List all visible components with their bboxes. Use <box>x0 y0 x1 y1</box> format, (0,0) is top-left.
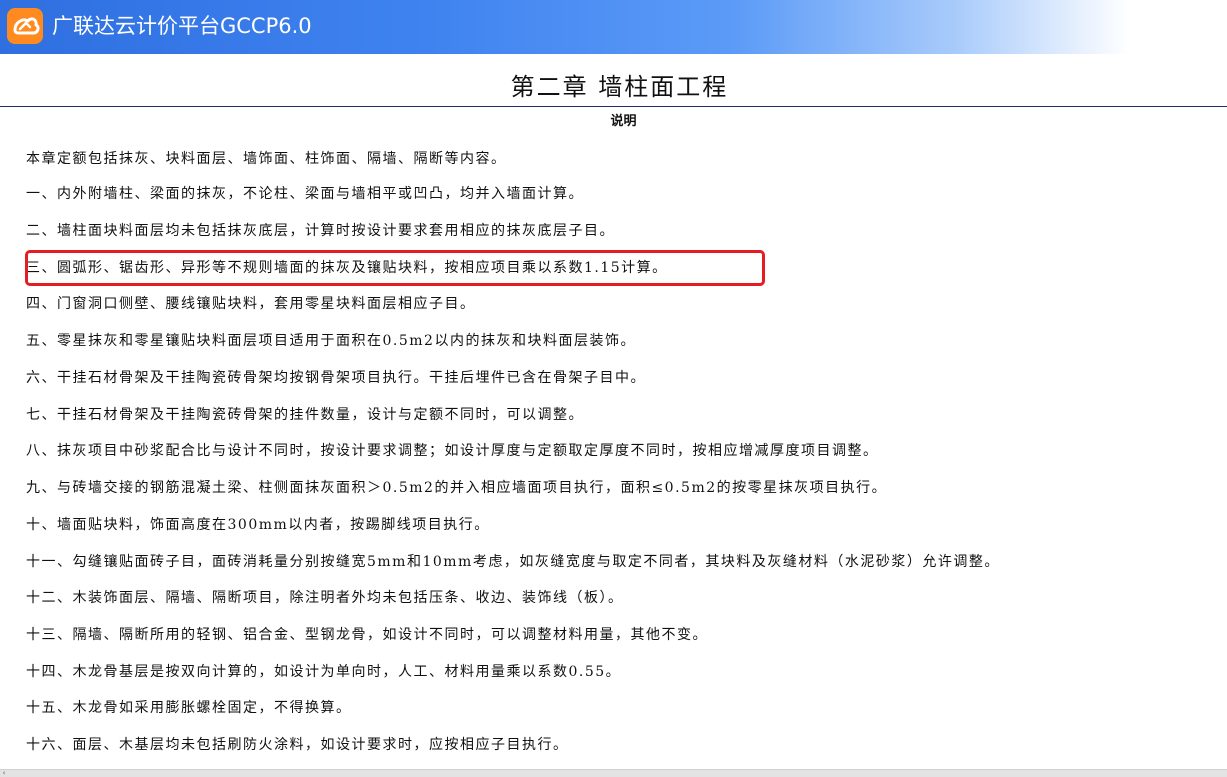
scroll-left-arrow-icon[interactable]: ‹ <box>0 770 8 777</box>
glodon-logo-icon <box>7 8 43 44</box>
paragraph-item-6: 六、干挂石材骨架及干挂陶瓷砖骨架均按钢骨架项目执行。干挂后埋件已含在骨架子目中。 <box>26 370 646 386</box>
paragraph-item-1: 一、内外附墙柱、梁面的抹灰，不论柱、梁面与墙相平或凹凸，均并入墙面计算。 <box>26 186 584 202</box>
paragraph-item-11: 十一、勾缝镶贴面砖子目，面砖消耗量分别按缝宽5mm和10mm考虑，如灰缝宽度与取… <box>26 554 1000 570</box>
paragraph-item-12: 十二、木装饰面层、隔墙、隔断项目，除注明者外均未包括压条、收边、装饰线（板）。 <box>26 590 624 606</box>
paragraph-item-10: 十、墙面贴块料，饰面高度在300mm以内者，按踢脚线项目执行。 <box>26 517 490 533</box>
red-highlight-box <box>25 250 765 286</box>
horizontal-scrollbar[interactable]: ‹ <box>0 769 1227 777</box>
section-subtitle: 说明 <box>610 114 637 129</box>
app-title: 广联达云计价平台GCCP6.0 <box>52 14 312 38</box>
paragraph-item-4: 四、门窗洞口侧壁、腰线镶贴块料，套用零星块料面层相应子目。 <box>26 296 476 312</box>
paragraph-item-7: 七、干挂石材骨架及干挂陶瓷砖骨架的挂件数量，设计与定额不同时，可以调整。 <box>26 407 584 423</box>
paragraph-item-13: 十三、隔墙、隔断所用的轻钢、铝合金、型钢龙骨，如设计不同时，可以调整材料用量，其… <box>26 627 708 643</box>
paragraph-item-2: 二、墙柱面块料面层均未包括抹灰底层，计算时按设计要求套用相应的抹灰底层子目。 <box>26 223 615 239</box>
paragraph-item-14: 十四、木龙骨基层是按双向计算的，如设计为单向时，人工、材料用量乘以系数0.55。 <box>26 664 622 680</box>
chapter-title: 第二章 墙柱面工程 <box>510 73 729 101</box>
paragraph-item-8: 八、抹灰项目中砂浆配合比与设计不同时，按设计要求调整；如设计厚度与定额取定厚度不… <box>26 443 879 459</box>
paragraph-intro: 本章定额包括抹灰、块料面层、墙饰面、柱饰面、隔墙、隔断等内容。 <box>26 151 507 167</box>
paragraph-item-5: 五、零星抹灰和零星镶贴块料面层项目适用于面积在0.5m2以内的抹灰和块料面层装饰… <box>26 333 636 349</box>
paragraph-item-15: 十五、木龙骨如采用膨胀螺栓固定，不得换算。 <box>26 700 352 716</box>
paragraph-item-16: 十六、面层、木基层均未包括刷防火涂料，如设计要求时，应按相应子目执行。 <box>26 737 569 753</box>
title-divider <box>0 106 1227 107</box>
paragraph-item-9: 九、与砖墙交接的钢筋混凝土梁、柱侧面抹灰面积＞0.5m2的并入相应墙面项目执行，… <box>26 480 888 496</box>
app-titlebar: 广联达云计价平台GCCP6.0 <box>0 0 1227 54</box>
